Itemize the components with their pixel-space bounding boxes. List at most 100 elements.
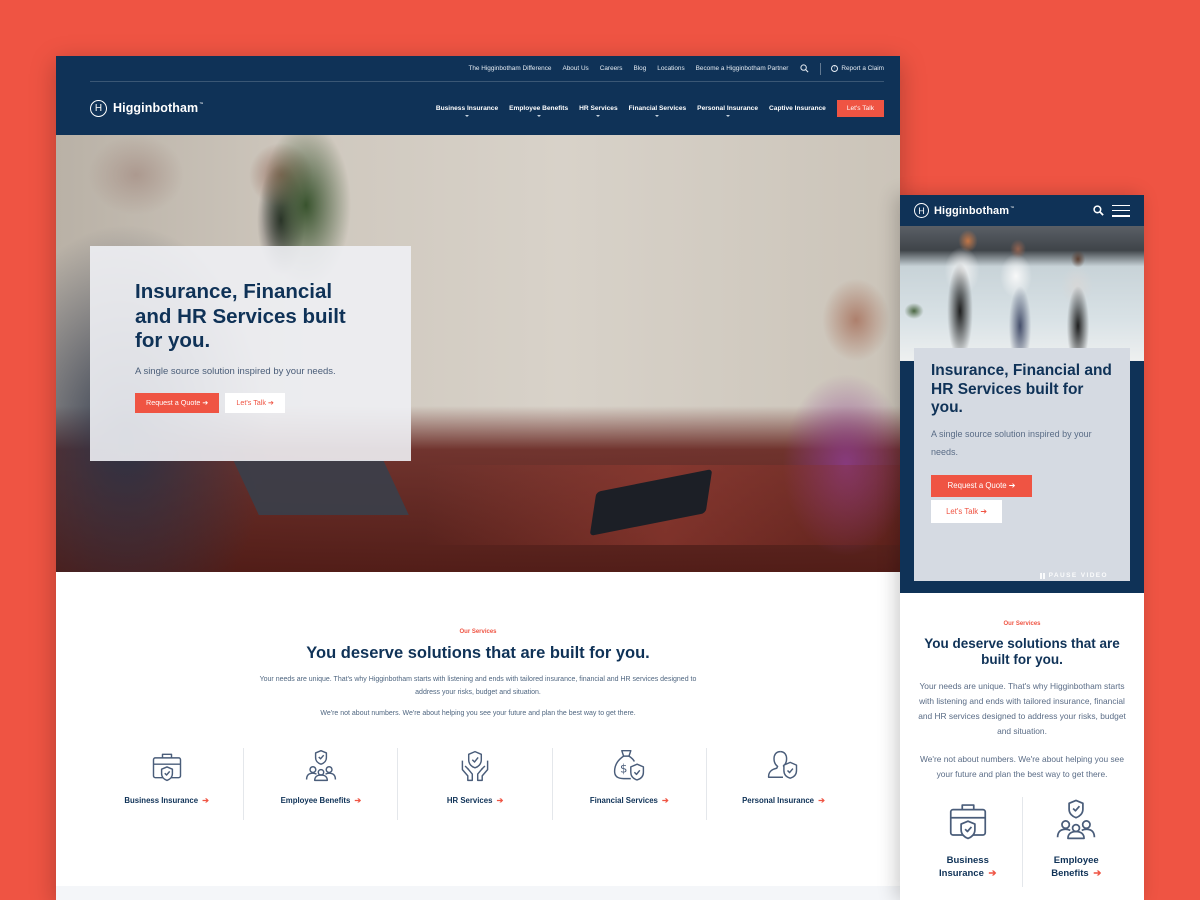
utility-link-partner[interactable]: Become a Higginbotham Partner xyxy=(696,65,789,72)
nav-item-personal-insurance[interactable]: Personal Insurance xyxy=(697,105,758,117)
hero-lets-talk-button[interactable]: Let's Talk ➔ xyxy=(931,499,1002,523)
hamburger-menu-icon[interactable] xyxy=(1112,204,1130,217)
chevron-down-icon xyxy=(655,114,660,117)
mobile-header: H Higginbotham™ xyxy=(900,195,1144,226)
utility-divider xyxy=(820,62,822,75)
service-card-employee-benefits[interactable]: Employee Benefits ➔ xyxy=(1021,797,1131,887)
arrow-right-icon: ➔ xyxy=(980,506,987,516)
request-quote-button[interactable]: Request a Quote ➔ xyxy=(931,474,1032,497)
arrow-right-icon: ➔ xyxy=(267,398,275,407)
arrow-right-icon: ➔ xyxy=(354,796,362,805)
report-claim-label: Report a Claim xyxy=(841,65,884,72)
desktop-page: The Higginbotham Difference About Us Car… xyxy=(56,56,900,900)
person-shield-icon xyxy=(768,750,798,779)
utility-link-difference[interactable]: The Higginbotham Difference xyxy=(468,65,551,72)
services-grid: Business Insurance ➔ Employee Benefits ➔… xyxy=(90,748,860,820)
pause-icon xyxy=(1039,572,1045,579)
site-header: The Higginbotham Difference About Us Car… xyxy=(56,56,900,135)
arrow-right-icon: ➔ xyxy=(202,398,209,407)
hands-shield-icon xyxy=(461,750,489,782)
service-label[interactable]: Personal Insurance ➔ xyxy=(742,796,825,805)
mobile-logo[interactable]: H Higginbotham™ xyxy=(914,203,1014,218)
utility-link-blog[interactable]: Blog xyxy=(634,65,647,72)
people-shield-icon xyxy=(305,749,336,782)
hero-subtitle: A single source solution inspired by you… xyxy=(135,365,336,377)
service-card-hr-services[interactable]: HR Services ➔ xyxy=(397,748,551,820)
services-paragraph: Your needs are unique. That's why Higgin… xyxy=(259,676,697,696)
hero-video: Insurance, Financial and HR Services bui… xyxy=(56,135,900,572)
utility-link-careers[interactable]: Careers xyxy=(600,65,623,72)
people-shield-icon xyxy=(1056,799,1096,840)
logo-mark-icon: H xyxy=(90,99,107,117)
service-label[interactable]: Business Insurance ➔ xyxy=(928,855,1008,880)
services-eyebrow: Our Services xyxy=(459,629,497,635)
utility-link-about[interactable]: About Us xyxy=(562,65,588,72)
briefcase-shield-icon xyxy=(152,753,181,782)
services-paragraph: We're not about numbers. We're about hel… xyxy=(320,710,636,717)
lets-talk-button[interactable]: Let's Talk xyxy=(836,99,884,117)
arrow-right-icon: ➔ xyxy=(1008,481,1016,490)
service-label[interactable]: Business Insurance ➔ xyxy=(124,796,208,805)
chevron-down-icon xyxy=(464,114,469,117)
moneybag-shield-icon: $ xyxy=(614,749,645,781)
hero-card: Insurance, Financial and HR Services bui… xyxy=(90,246,411,461)
main-nav: H Higginbotham™ Business Insurance Emplo… xyxy=(90,96,884,120)
service-card-personal-insurance[interactable]: Personal Insurance ➔ xyxy=(705,748,860,820)
nav-item-hr-services[interactable]: HR Services xyxy=(579,105,618,117)
primary-nav-items: Business Insurance Employee Benefits HR … xyxy=(425,99,884,117)
hero-subtitle: A single source solution inspired by you… xyxy=(931,428,1092,457)
hero-buttons: Request a Quote ➔ Let's Talk ➔ xyxy=(931,474,1113,523)
logo-text: Higginbotham™ xyxy=(113,101,204,115)
service-card-financial-services[interactable]: $ Financial Services ➔ xyxy=(551,748,706,820)
arrow-right-icon: ➔ xyxy=(988,867,997,879)
mobile-hero: Insurance, Financial and HR Services bui… xyxy=(900,348,1144,593)
next-section-strip xyxy=(56,886,900,900)
service-label[interactable]: Employee Benefits ➔ xyxy=(281,796,361,805)
nav-item-business-insurance[interactable]: Business Insurance xyxy=(436,105,498,117)
service-card-employee-benefits[interactable]: Employee Benefits ➔ xyxy=(243,748,397,820)
service-label[interactable]: Employee Benefits ➔ xyxy=(1036,855,1116,880)
search-icon[interactable] xyxy=(1093,205,1104,216)
services-title: You deserve solutions that are built for… xyxy=(924,636,1120,667)
chevron-down-icon xyxy=(725,114,730,117)
arrow-right-icon: ➔ xyxy=(818,796,825,805)
services-paragraph: We're not about numbers. We're about hel… xyxy=(919,754,1124,779)
mobile-services-section: Our Services You deserve solutions that … xyxy=(900,593,1144,887)
service-label[interactable]: HR Services ➔ xyxy=(447,796,503,805)
logo-mark-icon: H xyxy=(914,203,929,218)
chevron-down-icon xyxy=(596,114,601,117)
svg-text:$: $ xyxy=(620,761,627,775)
logo-text: Higginbotham™ xyxy=(934,204,1015,217)
hero-title: Insurance, Financial and HR Services bui… xyxy=(931,362,1112,416)
hero-image-detail xyxy=(233,460,409,515)
arrow-right-icon: ➔ xyxy=(662,796,669,805)
nav-item-employee-benefits[interactable]: Employee Benefits xyxy=(509,105,568,117)
services-paragraph: Your needs are unique. That's why Higgin… xyxy=(918,681,1126,736)
mobile-hero-card: Insurance, Financial and HR Services bui… xyxy=(914,348,1130,581)
search-icon[interactable] xyxy=(798,63,810,75)
logo[interactable]: H Higginbotham™ xyxy=(90,99,204,117)
service-card-business-insurance[interactable]: Business Insurance ➔ xyxy=(90,748,243,820)
pause-video-button[interactable]: PAUSE VIDEO xyxy=(1039,572,1108,579)
nav-item-captive-insurance[interactable]: Captive Insurance xyxy=(769,105,826,112)
upload-arrow-icon: ↑ xyxy=(831,65,839,72)
service-card-business-insurance[interactable]: Business Insurance ➔ xyxy=(914,797,1022,887)
chevron-down-icon xyxy=(536,114,541,117)
pause-video-label: PAUSE VIDEO xyxy=(1048,572,1108,579)
arrow-right-icon: ➔ xyxy=(496,796,504,805)
briefcase-shield-icon xyxy=(949,804,986,840)
utility-nav: The Higginbotham Difference About Us Car… xyxy=(90,56,884,82)
services-grid: Business Insurance ➔ Employee Benefits ➔ xyxy=(914,797,1130,887)
services-eyebrow: Our Services xyxy=(1003,621,1041,627)
nav-item-financial-services[interactable]: Financial Services xyxy=(629,105,686,117)
utility-link-locations[interactable]: Locations xyxy=(657,65,684,72)
mobile-page: H Higginbotham™ Insurance, Financial and… xyxy=(900,195,1144,900)
report-claim-link[interactable]: ↑ Report a Claim xyxy=(831,65,884,72)
request-quote-button[interactable]: Request a Quote ➔ xyxy=(135,392,220,413)
service-label[interactable]: Financial Services ➔ xyxy=(590,796,669,805)
hero-lets-talk-button[interactable]: Let's Talk ➔ xyxy=(225,392,286,413)
services-title: You deserve solutions that are built for… xyxy=(306,644,650,662)
services-section: Our Services You deserve solutions that … xyxy=(56,572,900,820)
hero-title: Insurance, Financial and HR Services bui… xyxy=(135,280,346,352)
arrow-right-icon: ➔ xyxy=(202,796,209,805)
